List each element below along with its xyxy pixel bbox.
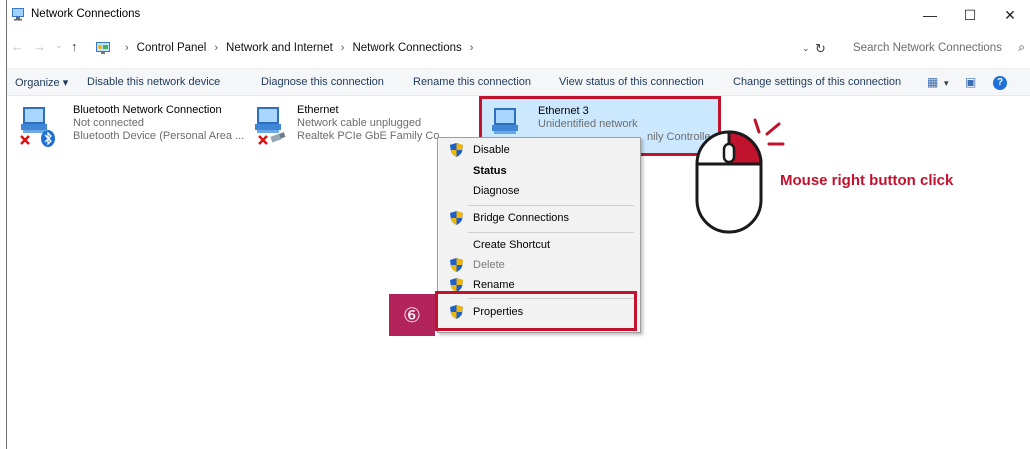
bluetooth-icon	[41, 130, 55, 147]
diagnose-connection-button[interactable]: Diagnose this connection	[261, 76, 384, 88]
change-view-icon[interactable]: ▦	[927, 75, 938, 89]
menu-label: Status	[473, 165, 507, 177]
connection-name: Bluetooth Network Connection	[73, 104, 222, 116]
network-connections-window: Network Connections — ☐ ✕ ← → ⌄ ↑ › Cont…	[6, 0, 1030, 449]
back-arrow-icon[interactable]: ←	[11, 39, 24, 54]
step-number-badge: ⑥	[389, 294, 435, 336]
connection-item-ethernet[interactable]: Ethernet Network cable unplugged Realtek…	[251, 104, 451, 148]
menu-item-delete: Delete	[438, 255, 640, 275]
recent-locations-chevron-icon[interactable]: ⌄	[55, 40, 63, 51]
rename-connection-button[interactable]: Rename this connection	[413, 76, 531, 88]
up-arrow-icon[interactable]: ↑	[71, 39, 78, 54]
search-placeholder: Search Network Connections	[853, 41, 1002, 54]
search-input[interactable]: Search Network Connections ⌕	[843, 35, 1030, 60]
connection-device: Realtek PCIe GbE Family Co	[297, 130, 440, 142]
disable-device-button[interactable]: Disable this network device	[87, 76, 220, 88]
minimize-icon: —	[923, 7, 937, 23]
shield-icon	[450, 211, 463, 225]
breadcrumb-separator[interactable]: ›	[470, 42, 474, 54]
shield-icon	[450, 143, 463, 157]
menu-label: Bridge Connections	[473, 212, 570, 224]
mouse-right-click-icon	[695, 118, 785, 234]
search-icon[interactable]: ⌕	[1018, 40, 1025, 55]
connection-name: Ethernet	[297, 104, 339, 116]
mouse-right-click-caption: Mouse right button click	[780, 172, 954, 189]
menu-label: Diagnose	[473, 185, 520, 197]
menu-label: Disable	[473, 144, 510, 156]
address-dropdown-chevron-icon[interactable]: ⌄	[802, 43, 810, 54]
connection-status: Not connected	[73, 117, 144, 129]
help-icon[interactable]: ?	[993, 76, 1007, 90]
menu-item-diagnose[interactable]: Diagnose	[438, 181, 640, 201]
address-bar[interactable]: › Control Panel › Network and Internet ›…	[93, 36, 837, 60]
ethernet-cable-icon	[270, 132, 286, 143]
menu-item-disable[interactable]: Disable	[438, 140, 640, 160]
network-connections-app-icon	[12, 8, 24, 21]
control-panel-icon	[96, 42, 110, 54]
preview-pane-icon[interactable]: ▣	[965, 75, 976, 89]
highlight-box-properties	[435, 291, 637, 331]
menu-item-create-shortcut[interactable]: Create Shortcut	[438, 235, 640, 255]
breadcrumb-network-connections[interactable]: Network Connections	[352, 42, 461, 54]
menu-label: Rename	[473, 279, 515, 291]
menu-item-bridge-connections[interactable]: Bridge Connections	[438, 208, 640, 228]
organize-button[interactable]: Organize ▾	[15, 76, 68, 89]
forward-arrow-icon[interactable]: →	[33, 39, 46, 54]
breadcrumb-separator: ›	[340, 42, 345, 54]
connection-device: Bluetooth Device (Personal Area ...	[73, 130, 245, 142]
close-button[interactable]: ✕	[990, 2, 1030, 28]
title-bar: Network Connections — ☐ ✕	[7, 0, 1030, 30]
menu-label: Create Shortcut	[473, 239, 551, 251]
breadcrumb-separator: ›	[214, 42, 219, 54]
breadcrumb-control-panel[interactable]: Control Panel	[137, 42, 207, 54]
maximize-button[interactable]: ☐	[950, 2, 990, 28]
breadcrumb-separator: ›	[125, 42, 129, 54]
disconnected-x-icon	[258, 135, 268, 145]
shield-icon	[450, 258, 463, 272]
menu-label: Delete	[473, 259, 505, 271]
refresh-icon[interactable]: ↻	[815, 41, 826, 57]
minimize-button[interactable]: —	[910, 2, 950, 28]
menu-item-status[interactable]: Status	[438, 161, 640, 181]
view-options-chevron-icon[interactable]: ▾	[944, 78, 949, 89]
change-settings-button[interactable]: Change settings of this connection	[733, 76, 901, 88]
connection-status: Network cable unplugged	[297, 117, 422, 129]
breadcrumb-network-and-internet[interactable]: Network and Internet	[226, 42, 333, 54]
connection-item-bluetooth[interactable]: Bluetooth Network Connection Not connect…	[17, 104, 244, 148]
shield-icon	[450, 278, 463, 292]
disconnected-x-icon	[20, 135, 30, 145]
menu-separator	[468, 232, 634, 233]
view-status-button[interactable]: View status of this connection	[559, 76, 704, 88]
address-row: ← → ⌄ ↑ › Control Panel › Network and In…	[7, 31, 1030, 63]
command-bar: Organize ▾ Disable this network device D…	[7, 68, 1030, 96]
menu-separator	[468, 205, 634, 206]
window-title: Network Connections	[31, 8, 141, 20]
close-icon: ✕	[1004, 6, 1016, 23]
maximize-icon: ☐	[963, 6, 977, 23]
